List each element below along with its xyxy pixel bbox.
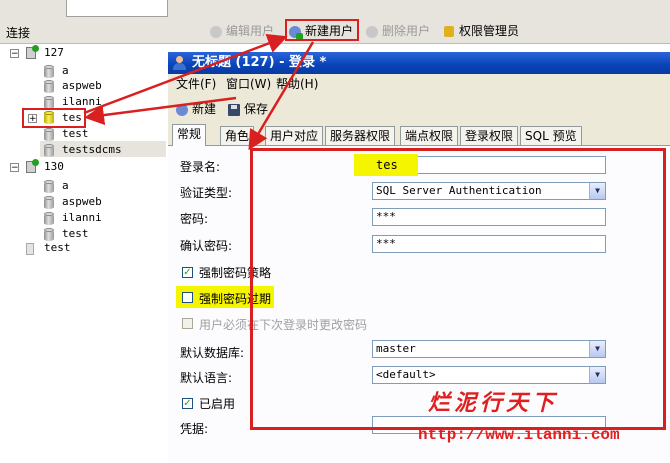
annotation-arrows — [83, 33, 315, 151]
watermark-text: 烂泥行天下 — [428, 390, 559, 416]
arrow-tree-to-toolbar — [83, 33, 288, 115]
watermark-url: http://www.ilanni.com — [418, 426, 620, 444]
arrow-toolbar-to-form — [248, 41, 315, 151]
tab-general[interactable]: 常规 — [172, 124, 207, 146]
arrow-dialog-to-tree — [84, 96, 237, 125]
